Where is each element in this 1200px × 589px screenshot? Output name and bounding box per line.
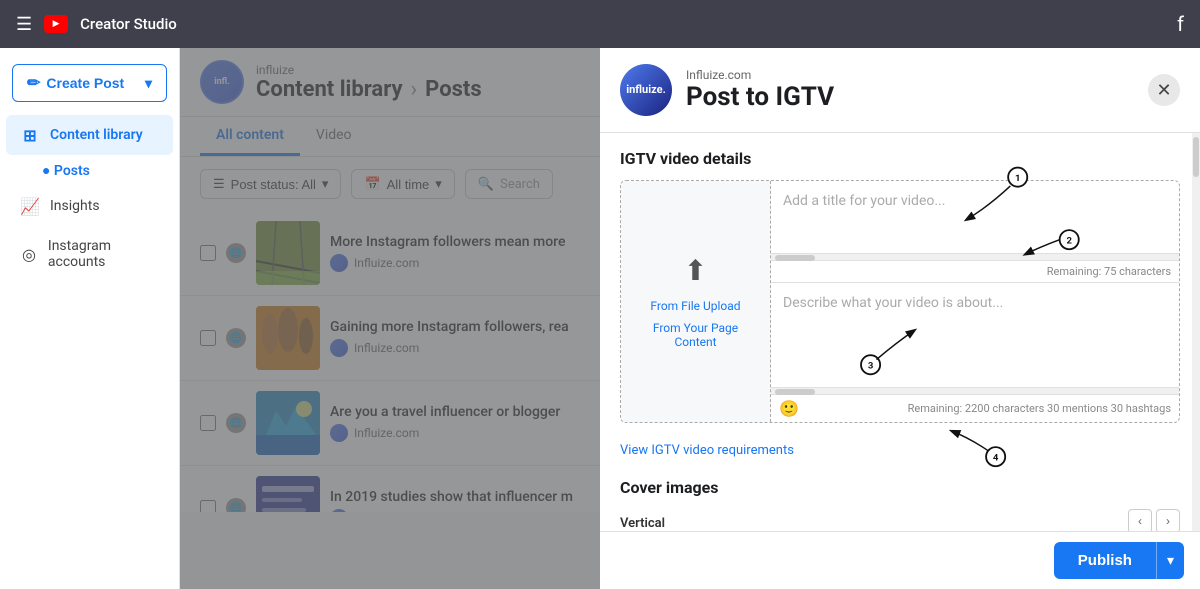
plus-icon: ✏	[27, 73, 40, 93]
app-title: Creator Studio	[80, 15, 177, 33]
top-bar-left: ☰ ▶ Creator Studio	[16, 14, 177, 35]
view-requirements-link[interactable]: View IGTV video requirements	[620, 439, 1180, 470]
create-post-button[interactable]: ✏ Create Post ▾	[12, 64, 167, 102]
igtv-details-box: ⬆ From File Upload From Your Page Conten…	[620, 180, 1180, 423]
modal-header-left: influize. Influize.com Post to IGTV	[620, 64, 834, 116]
instagram-icon: ◎	[20, 244, 38, 264]
sidebar-item-posts[interactable]: ● Posts	[0, 156, 179, 185]
sidebar-item-content-library[interactable]: ⊞ Content library	[6, 115, 173, 155]
publish-dropdown-button[interactable]: ▾	[1156, 542, 1184, 579]
video-title-input[interactable]	[771, 181, 1179, 253]
modal-header: influize. Influize.com Post to IGTV ✕	[600, 48, 1200, 133]
modal-source: Influize.com	[686, 68, 834, 82]
cover-prev-button[interactable]: ‹	[1128, 509, 1152, 531]
cover-images-title: Cover images	[620, 478, 1180, 497]
content-area: infl. influize Content library › Posts A…	[180, 48, 1200, 589]
modal-scroll-content: IGTV video details ⬆ From File Upload Fr…	[600, 133, 1200, 531]
modal-body[interactable]: IGTV video details ⬆ From File Upload Fr…	[600, 133, 1200, 531]
sidebar-posts-label: ● Posts	[42, 163, 90, 179]
desc-field-row: 🙂 Remaining: 2200 characters 30 mentions…	[771, 283, 1179, 422]
app-logo-icon: ▶	[44, 15, 68, 33]
modal-logo: influize.	[620, 64, 672, 116]
grid-icon: ⊞	[20, 125, 40, 145]
main-layout: ✏ Create Post ▾ ⊞ Content library ● Post…	[0, 48, 1200, 589]
modal-overlay: influize. Influize.com Post to IGTV ✕ IG…	[180, 48, 1200, 589]
modal-close-button[interactable]: ✕	[1148, 74, 1180, 106]
title-field-row: Remaining: 75 characters	[771, 181, 1179, 283]
chart-icon: 📈	[20, 196, 40, 216]
modal-scrollbar[interactable]	[1192, 133, 1200, 531]
publish-button[interactable]: Publish	[1054, 542, 1156, 579]
igtv-fields-col: Remaining: 75 characters 🙂	[771, 181, 1179, 422]
sidebar-item-instagram-accounts[interactable]: ◎ Instagram accounts	[6, 228, 173, 280]
create-post-label: Create Post	[46, 75, 124, 91]
cover-section: Cover images Vertical ‹ › Upload C	[620, 478, 1180, 531]
sidebar-instagram-label: Instagram accounts	[48, 238, 159, 270]
video-desc-input[interactable]	[771, 283, 1179, 387]
igtv-details-title: IGTV video details	[620, 149, 1180, 168]
dropdown-arrow-icon: ▾	[145, 75, 152, 92]
emoji-toolbar: 🙂 Remaining: 2200 characters 30 mentions…	[771, 395, 1179, 422]
facebook-icon[interactable]: f	[1177, 12, 1184, 36]
sidebar: ✏ Create Post ▾ ⊞ Content library ● Post…	[0, 48, 180, 589]
hamburger-icon[interactable]: ☰	[16, 14, 32, 35]
modal-title: Post to IGTV	[686, 82, 834, 112]
modal-logo-text: influize.	[626, 83, 666, 96]
vertical-label: Vertical	[620, 512, 665, 531]
title-char-counter: Remaining: 75 characters	[771, 261, 1179, 282]
title-scrollbar	[771, 253, 1179, 261]
sidebar-content-library-label: Content library	[50, 127, 143, 143]
top-bar: ☰ ▶ Creator Studio f	[0, 0, 1200, 48]
igtv-modal: influize. Influize.com Post to IGTV ✕ IG…	[600, 48, 1200, 589]
cover-next-button[interactable]: ›	[1156, 509, 1180, 531]
upload-from-file-link[interactable]: From File Upload	[650, 299, 740, 313]
sidebar-insights-label: Insights	[50, 198, 100, 214]
desc-scrollbar	[771, 387, 1179, 395]
modal-footer: Publish ▾	[600, 531, 1200, 589]
emoji-button[interactable]: 🙂	[779, 399, 799, 418]
sidebar-item-insights[interactable]: 📈 Insights	[6, 186, 173, 226]
upload-from-page-link[interactable]: From Your Page Content	[637, 321, 754, 349]
title-scrollbar-thumb	[775, 255, 815, 261]
desc-char-counter: Remaining: 2200 characters 30 mentions 3…	[908, 402, 1171, 415]
igtv-upload-col: ⬆ From File Upload From Your Page Conten…	[621, 181, 771, 422]
desc-scrollbar-thumb	[775, 389, 815, 395]
upload-icon: ⬆	[684, 254, 707, 287]
modal-title-block: Influize.com Post to IGTV	[686, 68, 834, 112]
modal-scrollbar-thumb	[1193, 137, 1199, 177]
